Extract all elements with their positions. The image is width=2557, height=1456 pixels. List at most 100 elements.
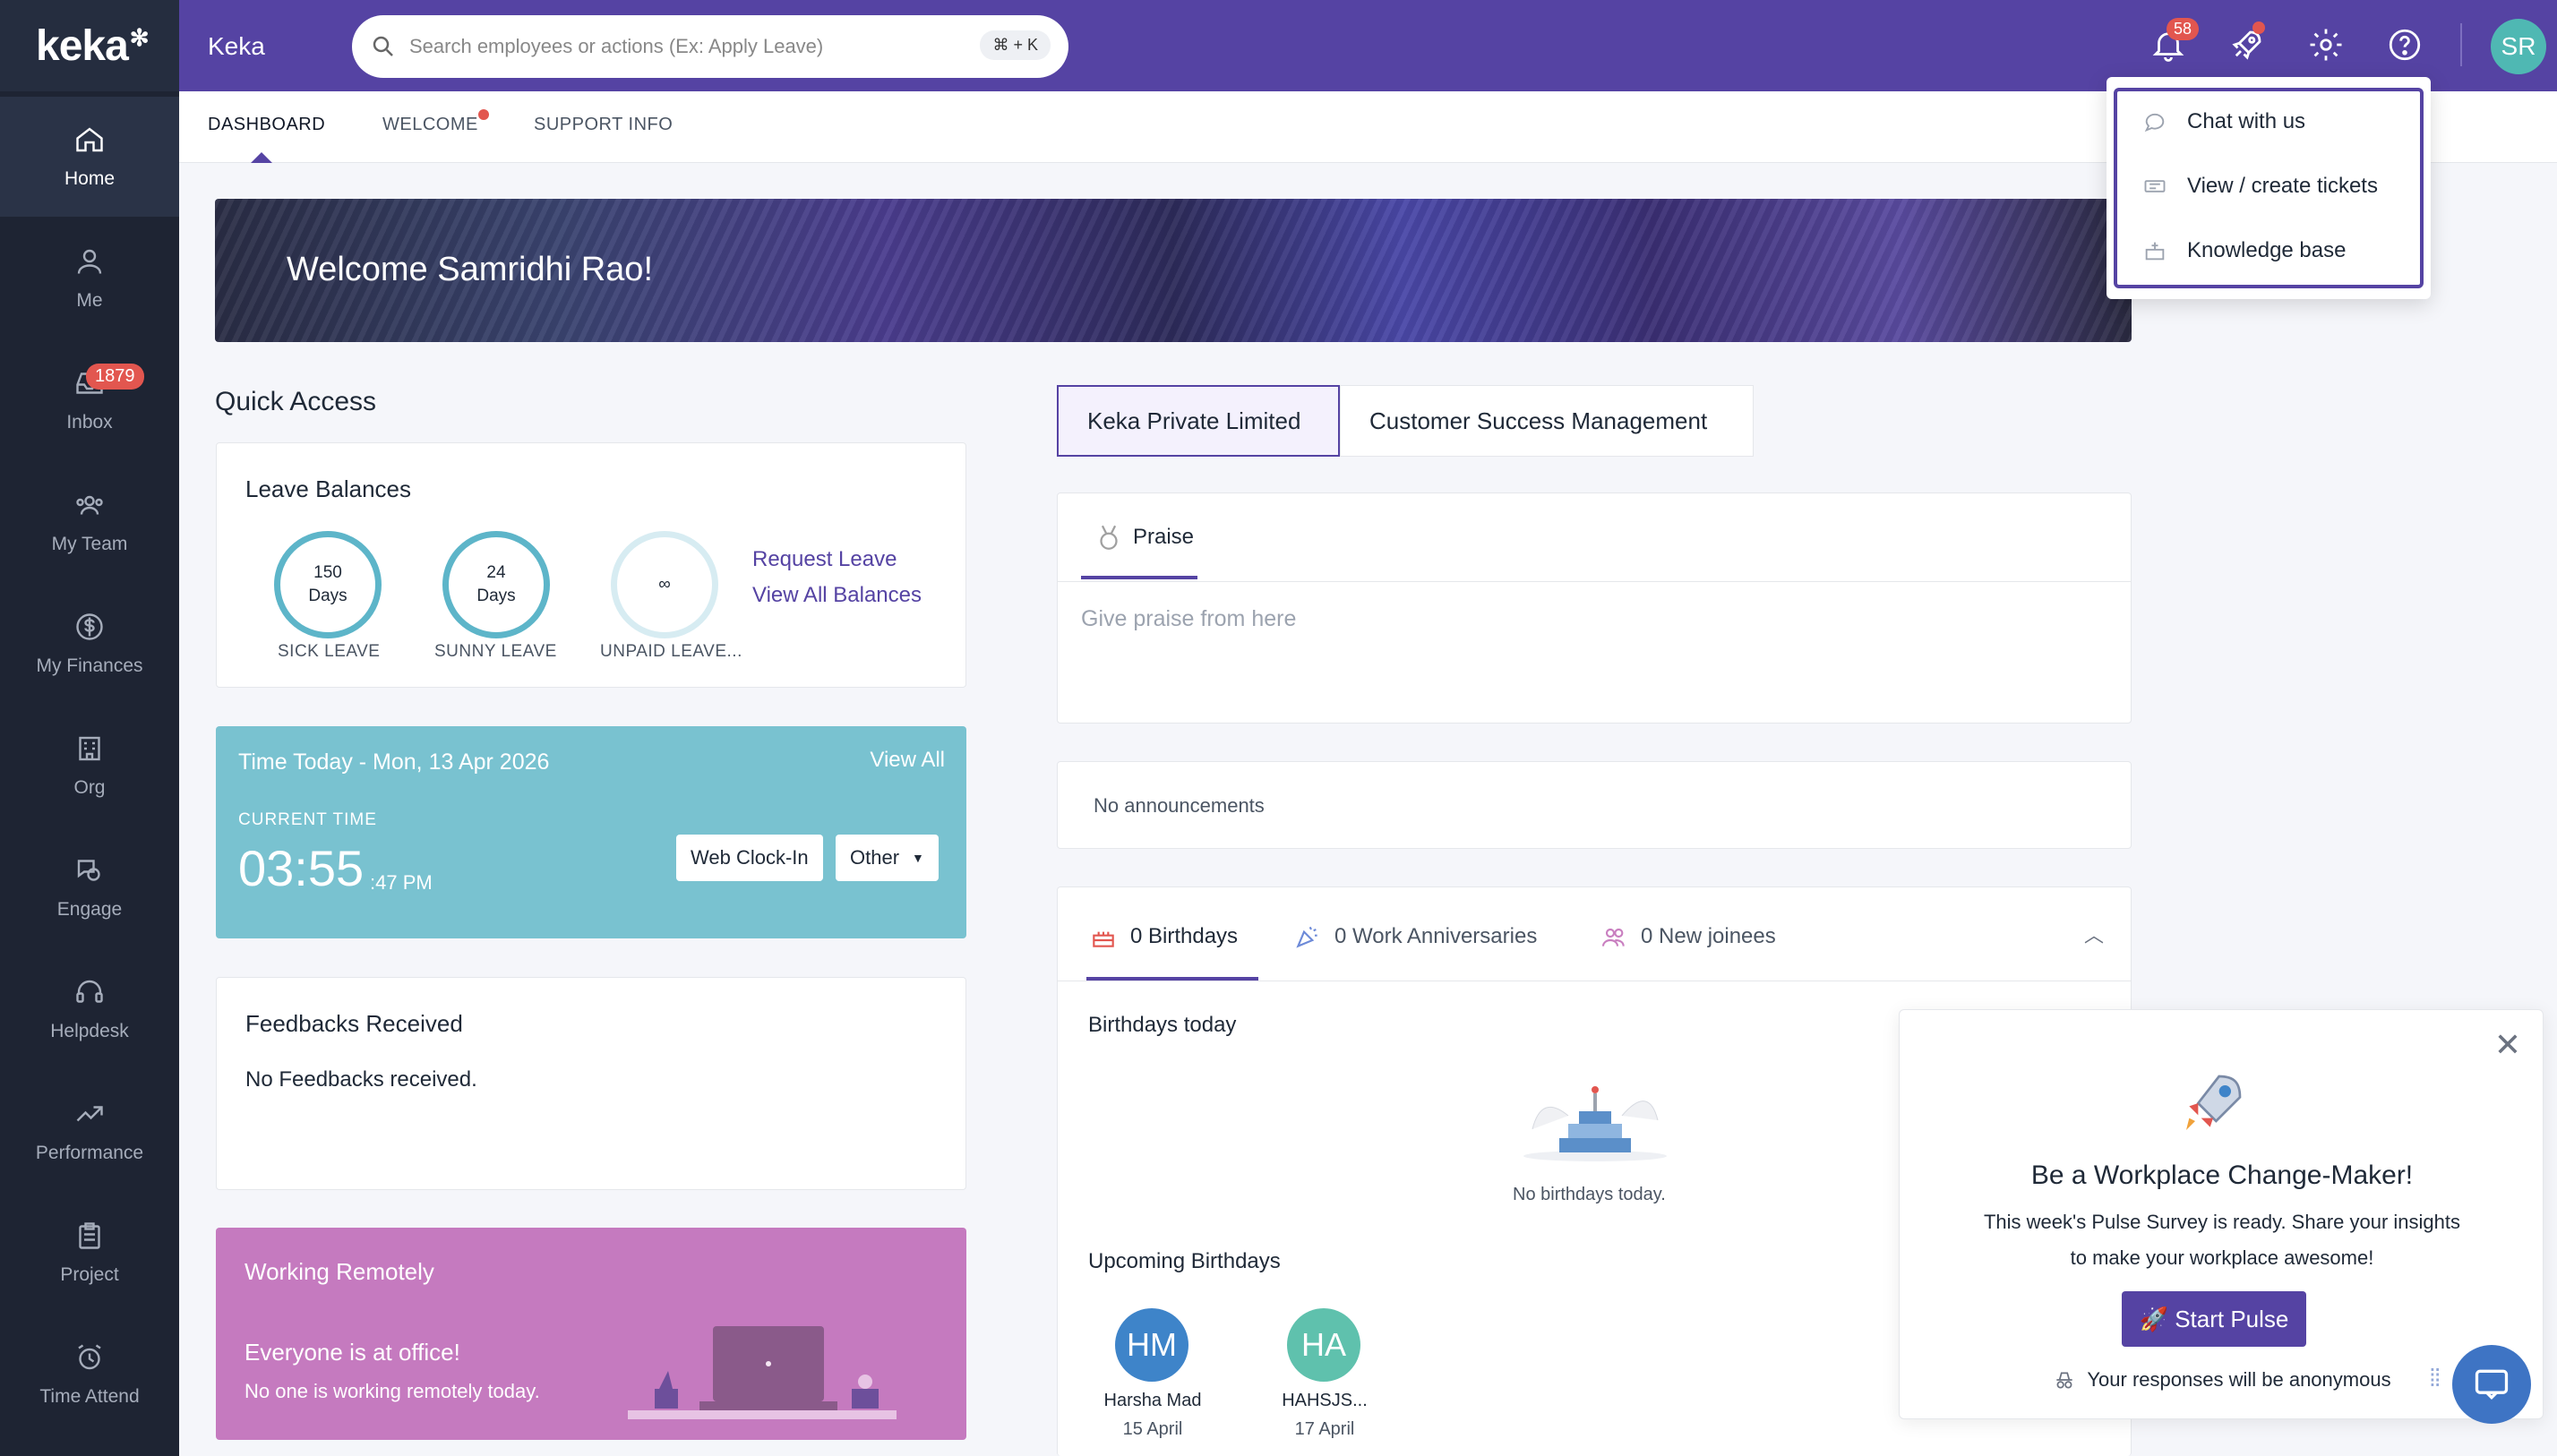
ticket-icon — [2144, 180, 2166, 193]
sidebar-item-home[interactable]: Home — [0, 97, 179, 217]
start-pulse-button[interactable]: 🚀 Start Pulse — [2122, 1291, 2306, 1347]
view-all-balances-link[interactable]: View All Balances — [752, 583, 922, 608]
praise-input[interactable]: Give praise from here — [1081, 606, 1296, 632]
unpaid-leave-label: UNPAID LEAVE... — [600, 642, 742, 661]
tab-new-joinees-label: 0 New joinees — [1641, 924, 1776, 948]
working-remotely-title: Working Remotely — [245, 1258, 434, 1285]
sidebar-item-time-attend[interactable]: Time Attend — [0, 1315, 179, 1435]
chat-bubble-icon — [2475, 1369, 2509, 1400]
unpaid-leave-ring[interactable]: ∞ — [611, 531, 718, 638]
tab-birthdays[interactable]: 0 Birthdays — [1089, 922, 1238, 951]
menu-item-chat-with-us[interactable]: Chat with us — [2142, 109, 2305, 134]
tab-work-anniversaries[interactable]: 0 Work Anniversaries — [1293, 922, 1537, 951]
request-leave-link[interactable]: Request Leave — [752, 547, 897, 572]
user-avatar[interactable]: SR — [2491, 19, 2546, 74]
keka-logo[interactable]: keka ✻ — [0, 0, 179, 91]
sidebar-item-my-finances[interactable]: My Finances — [0, 584, 179, 704]
ring-value: 24 — [486, 563, 506, 582]
upcoming-birthdays-title: Upcoming Birthdays — [1088, 1249, 1281, 1273]
ring-unit: Days — [476, 587, 516, 605]
sidebar-item-label: Inbox — [66, 412, 113, 433]
settings-button[interactable] — [2304, 23, 2347, 66]
people-icon — [1601, 928, 1625, 946]
sidebar-item-label: My Team — [51, 534, 128, 554]
collapse-chevron-icon[interactable]: ︿ — [2084, 920, 2104, 948]
rocket-alert-dot — [2252, 21, 2265, 34]
sick-leave-ring[interactable]: 150 Days — [274, 531, 382, 638]
sidebar-item-engage[interactable]: Engage — [0, 827, 179, 947]
welcome-banner: Welcome Samridhi Rao! — [215, 199, 2132, 342]
sidebar-item-inbox[interactable]: 1879 Inbox — [0, 340, 179, 460]
leave-balances-card: Leave Balances 150 Days SICK LEAVE 24 Da… — [216, 442, 966, 688]
home-icon — [76, 127, 103, 152]
ring-value: 150 — [313, 563, 342, 582]
chat-launcher-button[interactable] — [2452, 1345, 2531, 1424]
launch-button[interactable] — [2226, 21, 2269, 66]
praise-divider — [1058, 581, 2131, 582]
cake-icon — [1093, 931, 1114, 947]
current-time-label: CURRENT TIME — [238, 810, 377, 829]
tab-customer-success-management[interactable]: Customer Success Management — [1340, 385, 1754, 457]
notification-count-badge: 58 — [2167, 18, 2200, 40]
help-button[interactable] — [2383, 23, 2426, 66]
remote-sub: No one is working remotely today. — [245, 1380, 540, 1402]
close-icon[interactable]: ✕ — [2494, 1029, 2521, 1061]
birthday-date: 17 April — [1294, 1419, 1355, 1439]
cake-illustration — [1523, 1086, 1667, 1161]
gear-icon — [2310, 29, 2342, 61]
tab-welcome[interactable]: WELCOME — [382, 109, 489, 135]
search-input[interactable] — [409, 35, 965, 58]
announcements-card: No announcements — [1057, 761, 2132, 849]
tab-support-info[interactable]: SUPPORT INFO — [534, 115, 673, 135]
org-name: Keka — [208, 32, 265, 60]
sick-leave-label: SICK LEAVE — [278, 642, 381, 661]
sidebar-item-my-team[interactable]: My Team — [0, 462, 179, 582]
welcome-alert-dot — [477, 109, 489, 120]
tab-keka-private-limited[interactable]: Keka Private Limited — [1057, 385, 1340, 457]
search-bar[interactable]: ⌘ + K — [352, 15, 1068, 78]
praise-tab[interactable]: Praise — [1094, 522, 1194, 552]
sidebar-item-org[interactable]: Org — [0, 706, 179, 826]
birthdays-today-title: Birthdays today — [1088, 1013, 1237, 1037]
praise-tab-underline — [1081, 576, 1197, 579]
menu-item-label: View / create tickets — [2187, 174, 2378, 198]
tab-welcome-label: WELCOME — [382, 115, 478, 134]
sidebar-item-helpdesk[interactable]: Helpdesk — [0, 949, 179, 1069]
sidebar-item-label: Org — [73, 777, 106, 798]
pulse-body-line2: to make your workplace awesome! — [2070, 1246, 2374, 1269]
engage-icon — [77, 860, 100, 881]
feedbacks-card: Feedbacks Received No Feedbacks received… — [216, 977, 966, 1190]
time-today-title: Time Today - Mon, 13 Apr 2026 — [238, 749, 550, 775]
sidebar-item-me[interactable]: Me — [0, 218, 179, 338]
time-view-all-link[interactable]: View All — [870, 748, 945, 773]
tab-new-joinees[interactable]: 0 New joinees — [1600, 922, 1776, 951]
avatar[interactable]: HM — [1115, 1308, 1188, 1382]
sidebar: keka ✻ Home Me 1879 Inbox My Team My Fina… — [0, 0, 179, 1456]
sidebar-item-label: Me — [76, 290, 103, 311]
drag-handle-icon[interactable]: ⁞⁞ — [2429, 1366, 2441, 1391]
pulse-title: Be a Workplace Change-Maker! — [2030, 1161, 2414, 1190]
web-clock-in-button[interactable]: Web Clock-In — [676, 835, 823, 881]
incognito-icon — [2056, 1372, 2073, 1389]
party-popper-icon — [1296, 926, 1317, 948]
menu-item-label: Knowledge base — [2187, 238, 2347, 262]
sidebar-item-project[interactable]: Project — [0, 1193, 179, 1313]
praise-card: Praise Give praise from here — [1057, 492, 2132, 724]
menu-item-label: Chat with us — [2187, 109, 2306, 133]
ring-unit: Days — [308, 587, 348, 605]
other-dropdown-button[interactable]: Other ▼ — [836, 835, 939, 881]
web-clock-in-label: Web Clock-In — [691, 846, 809, 869]
trend-icon — [76, 1106, 103, 1122]
notifications-button[interactable]: 58 — [2147, 18, 2200, 66]
menu-item-view-create-tickets[interactable]: View / create tickets — [2142, 174, 2378, 199]
search-icon — [373, 36, 393, 56]
pulse-body-line1: This week's Pulse Survey is ready. Share… — [1983, 1211, 2461, 1233]
sidebar-item-label: Performance — [35, 1143, 144, 1163]
tab-birthdays-label: 0 Birthdays — [1130, 924, 1239, 948]
sunny-leave-ring[interactable]: 24 Days — [442, 531, 550, 638]
menu-item-knowledge-base[interactable]: Knowledge base — [2142, 238, 2346, 263]
avatar[interactable]: HA — [1287, 1308, 1360, 1382]
birthday-name: HAHSJS... — [1282, 1391, 1368, 1410]
sidebar-item-performance[interactable]: Performance — [0, 1071, 179, 1191]
tab-dashboard[interactable]: DASHBOARD — [208, 115, 325, 135]
